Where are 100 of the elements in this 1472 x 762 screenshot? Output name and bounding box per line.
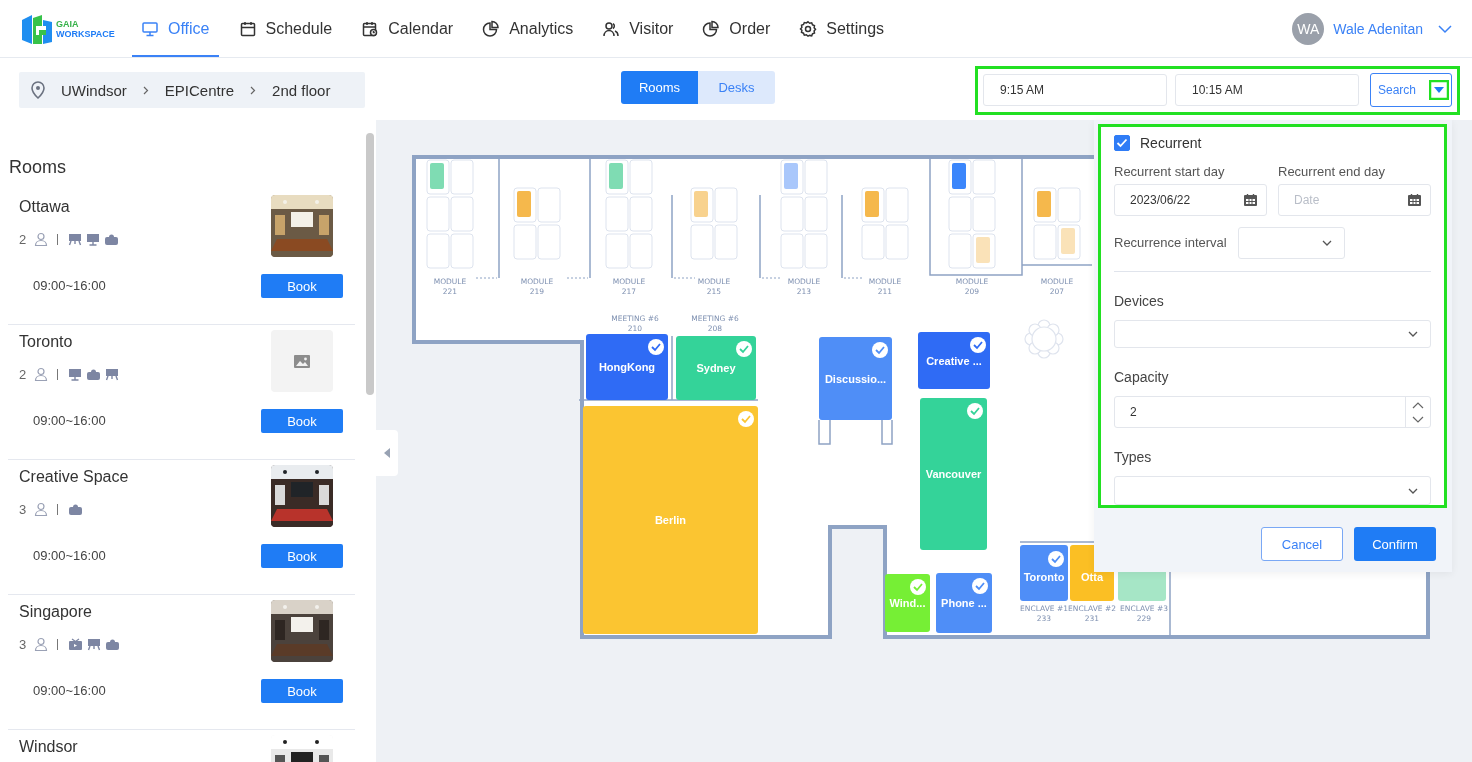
room-name: Creative Space — [19, 467, 129, 487]
settings-icon — [799, 19, 818, 38]
room-name: Ottawa — [19, 197, 71, 217]
search-button[interactable]: Search — [1370, 73, 1452, 107]
people-icon — [602, 19, 621, 38]
end-time-field[interactable]: 10:15 AM — [1175, 74, 1359, 106]
monitor-icon — [86, 232, 101, 246]
capacity-count: 2 — [19, 366, 27, 382]
user-name[interactable]: Wale Adenitan — [1333, 20, 1423, 37]
projector-icon — [86, 367, 102, 381]
chevron-right-icon — [142, 85, 149, 95]
projector-icon — [105, 637, 121, 651]
room-block[interactable] — [676, 336, 756, 400]
pie-chart-icon — [482, 19, 501, 38]
whiteboard-icon — [68, 232, 83, 246]
cancel-button[interactable]: Cancel — [1261, 527, 1343, 561]
breadcrumb-item[interactable]: 2nd floor — [272, 81, 331, 99]
room-name: Singapore — [19, 602, 93, 622]
projector-icon — [104, 232, 120, 246]
pie-chart-icon — [702, 19, 721, 38]
breadcrumb-item[interactable]: EPICentre — [164, 81, 235, 99]
chevron-down-icon — [1408, 487, 1418, 494]
brand-name: WORKSPACE — [56, 28, 115, 39]
panel-title: Rooms — [8, 156, 67, 178]
room-label: Sydney — [696, 362, 736, 374]
recurrent-checkbox[interactable] — [1114, 135, 1130, 151]
room-block[interactable] — [586, 334, 668, 400]
chevron-down-icon — [1408, 331, 1418, 338]
chevron-right-icon — [250, 85, 257, 95]
collapse-handle[interactable] — [376, 430, 398, 476]
caret-left-icon — [383, 448, 391, 458]
chevron-up-icon[interactable] — [1412, 400, 1424, 409]
field-label: Recurrent end day — [1278, 164, 1386, 180]
view-toggle-tab[interactable]: Rooms — [621, 70, 698, 104]
room-block[interactable] — [918, 332, 990, 389]
desk[interactable] — [605, 159, 629, 195]
desk[interactable] — [780, 159, 804, 195]
interval-select[interactable] — [1237, 227, 1345, 259]
chevron-down-icon[interactable] — [1412, 415, 1424, 424]
nav-tab[interactable]: Analytics — [473, 0, 583, 57]
types-select[interactable] — [1114, 476, 1431, 505]
nav-tab[interactable]: Schedule — [229, 0, 342, 57]
start-time-field[interactable]: 9:15 AM — [983, 74, 1167, 106]
dropdown-triangle-icon[interactable] — [1429, 80, 1449, 100]
chevron-down-icon — [1321, 240, 1332, 246]
room-label: HongKong — [598, 361, 656, 373]
desk[interactable] — [861, 187, 885, 223]
opening-hours: 09:00~16:00 — [33, 547, 107, 565]
room-block[interactable] — [819, 337, 892, 420]
chevron-down-icon[interactable] — [1438, 23, 1452, 34]
devices-select[interactable] — [1114, 319, 1431, 349]
room-label: Wind... — [889, 597, 926, 609]
room-label: Creative ... — [926, 354, 982, 367]
location-pin-icon — [31, 81, 45, 99]
book-button[interactable]: Book — [261, 409, 343, 433]
nav-tab[interactable]: Order — [693, 0, 780, 57]
nav-tab[interactable]: Visitor — [593, 0, 683, 57]
confirm-button[interactable]: Confirm — [1354, 527, 1436, 561]
start-day-field[interactable]: 2023/06/22 — [1114, 184, 1267, 216]
room-label: Berlin — [654, 514, 687, 526]
check-icon — [738, 411, 754, 427]
image-icon — [294, 354, 310, 368]
person-icon — [34, 502, 49, 516]
room-name: Toronto — [19, 332, 74, 352]
desk[interactable] — [690, 187, 714, 223]
round-table-drawing — [1024, 319, 1064, 359]
room-block[interactable] — [1020, 545, 1068, 601]
field-label: Capacity — [1114, 368, 1170, 387]
check-icon — [1048, 551, 1064, 567]
scrollbar-thumb[interactable] — [366, 133, 374, 395]
room-label: Phone ... — [941, 597, 987, 609]
check-icon — [972, 578, 988, 594]
monitor-icon — [141, 19, 159, 38]
check-icon — [910, 579, 926, 595]
breadcrumb-item[interactable]: UWindsor — [61, 81, 127, 99]
nav-tab[interactable]: Calendar — [352, 0, 463, 57]
capacity-field[interactable]: 2 — [1114, 396, 1431, 429]
desk[interactable] — [948, 159, 972, 195]
desk[interactable] — [426, 159, 450, 195]
brand-name: GAIA — [56, 18, 80, 29]
room-label: Otta — [1081, 571, 1103, 583]
desk[interactable] — [513, 187, 537, 223]
opening-hours: 09:00~16:00 — [33, 412, 107, 430]
room-label: Discussio... — [824, 372, 887, 385]
capacity-count: 2 — [19, 231, 27, 247]
whiteboard-icon — [87, 637, 102, 651]
field-label: Recurrent start day — [1114, 164, 1226, 180]
room-name: Windsor — [19, 737, 78, 757]
desk[interactable] — [1033, 187, 1057, 223]
monitor-icon — [68, 367, 83, 381]
book-button[interactable]: Book — [261, 679, 343, 703]
book-button[interactable]: Book — [261, 544, 343, 568]
whiteboard-icon — [105, 367, 120, 381]
check-icon — [967, 403, 983, 419]
checkbox-label: Recurrent — [1140, 135, 1202, 151]
book-button[interactable]: Book — [261, 274, 343, 298]
room-block[interactable] — [936, 573, 992, 633]
check-icon — [970, 337, 986, 353]
nav-tab[interactable]: Settings — [790, 0, 894, 57]
capacity-count: 3 — [19, 501, 27, 517]
